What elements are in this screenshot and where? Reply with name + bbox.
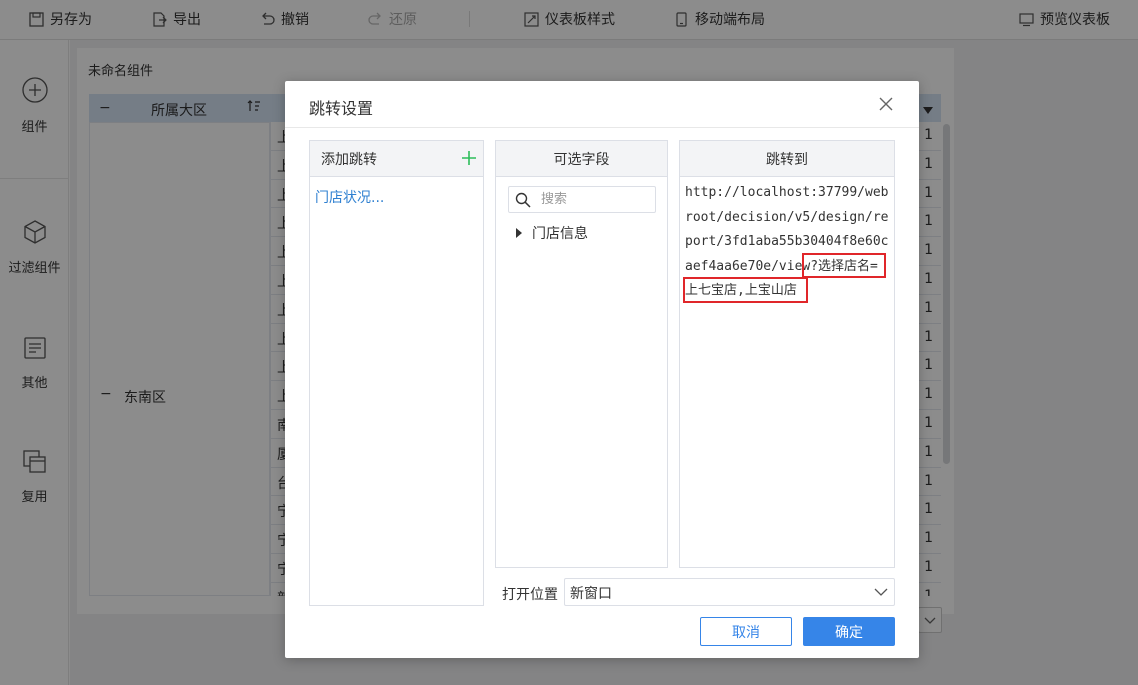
jump-to-panel: 跳转到 http://localhost:37799/webroot/decis… <box>679 140 895 568</box>
dialog-title: 跳转设置 <box>309 99 374 118</box>
tree-node-label: 门店信息 <box>532 226 588 242</box>
search-input[interactable] <box>541 190 651 209</box>
highlight-box <box>802 253 886 278</box>
jump-to-header-label: 跳转到 <box>766 151 808 168</box>
cancel-button[interactable]: 取消 <box>700 617 792 646</box>
jump-settings-dialog: 跳转设置 添加跳转 门店状况... 可选字段 门店信息 跳转到 <box>285 81 919 658</box>
jump-list-item[interactable]: 门店状况... <box>315 187 384 207</box>
close-icon[interactable] <box>879 97 893 111</box>
search-icon <box>515 192 531 212</box>
selectable-fields-panel: 可选字段 门店信息 <box>495 140 668 568</box>
open-position-select[interactable]: 新窗口 <box>564 578 895 606</box>
dialog-header-divider <box>285 127 919 128</box>
tree-node-store-info[interactable]: 门店信息 <box>516 223 588 243</box>
fields-header: 可选字段 <box>496 141 667 177</box>
jump-to-header: 跳转到 <box>680 141 894 177</box>
field-search <box>508 186 656 213</box>
caret-right-icon <box>516 228 522 238</box>
add-icon[interactable] <box>462 151 476 165</box>
fields-header-label: 可选字段 <box>553 151 610 168</box>
highlight-box <box>683 277 808 303</box>
add-jump-header: 添加跳转 <box>310 141 483 177</box>
add-jump-label: 添加跳转 <box>321 151 377 168</box>
open-position-value: 新窗口 <box>570 586 612 602</box>
add-jump-panel: 添加跳转 门店状况... <box>309 140 484 606</box>
open-position-label: 打开位置 <box>502 587 558 603</box>
chevron-down-icon <box>874 585 888 603</box>
confirm-button[interactable]: 确定 <box>803 617 895 646</box>
